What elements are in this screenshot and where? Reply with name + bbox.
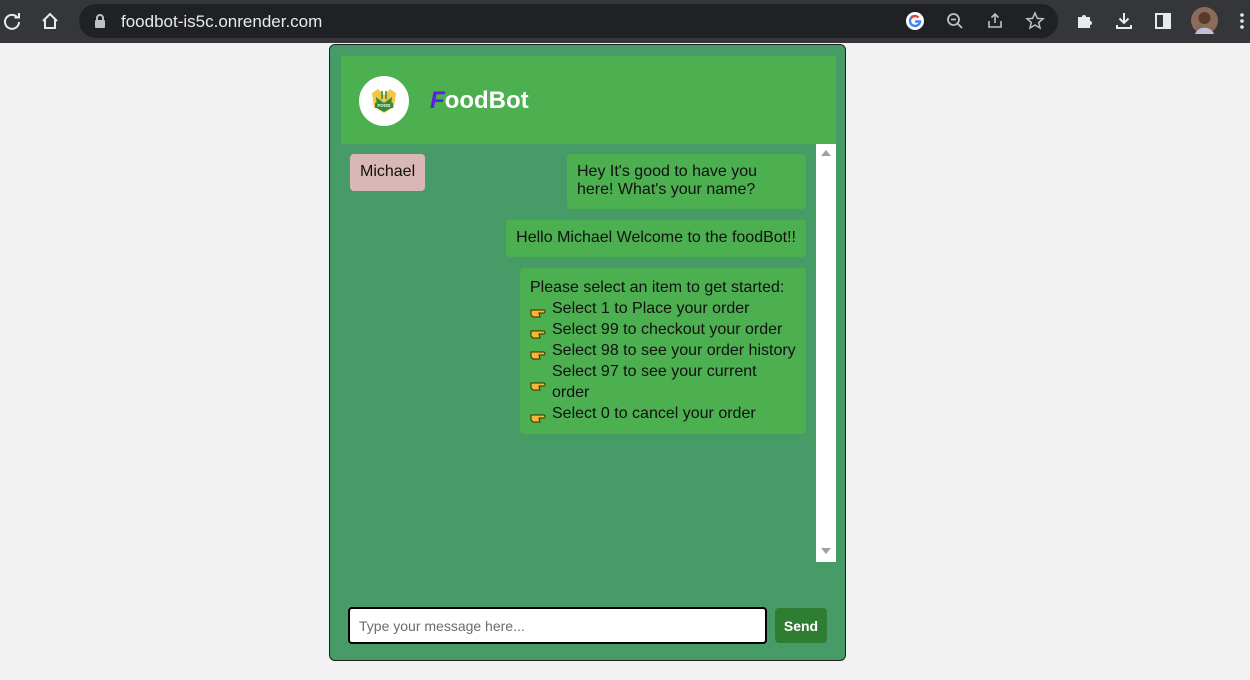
message-list: Michael Hey It's good to have you here! … (341, 144, 816, 562)
message-scrollbar[interactable] (816, 144, 836, 562)
share-icon[interactable] (985, 11, 1005, 31)
brand-first-letter: F (430, 87, 445, 114)
lock-icon[interactable] (90, 11, 110, 31)
menu-option-label: Select 1 to Place your order (552, 300, 750, 317)
message-input[interactable] (348, 607, 767, 644)
menu-intro: Please select an item to get started: (530, 279, 785, 296)
browser-toolbar: foodbot-is5c.onrender.com (0, 0, 1250, 43)
brand-title: FoodBot (430, 87, 529, 115)
bot-message-menu: Please select an item to get started: Se… (520, 268, 806, 434)
zoom-icon[interactable] (945, 11, 965, 31)
menu-option: Select 97 to see your current order (530, 361, 796, 403)
pointing-hand-icon (530, 345, 551, 361)
chat-window: FOOD FoodBot Michael Hey It's good to ha… (329, 44, 846, 661)
url-text: foodbot-is5c.onrender.com (121, 12, 323, 31)
menu-option-label: Select 0 to cancel your order (552, 405, 756, 422)
menu-option: Select 1 to Place your order (530, 298, 796, 319)
scroll-up-arrow-icon[interactable] (821, 150, 831, 156)
menu-option: Select 98 to see your order history (530, 340, 796, 361)
menu-icon[interactable] (1231, 10, 1250, 32)
download-icon[interactable] (1113, 10, 1135, 32)
side-panel-icon[interactable] (1152, 10, 1174, 32)
food-logo: FOOD (359, 76, 409, 126)
address-bar[interactable]: foodbot-is5c.onrender.com (79, 4, 1058, 38)
menu-option: Select 0 to cancel your order (530, 403, 796, 424)
pointing-hand-icon (530, 303, 551, 319)
menu-option-label: Select 97 to see your current order (552, 363, 757, 401)
pointing-hand-icon (530, 408, 551, 424)
profile-avatar[interactable] (1191, 7, 1218, 34)
user-message: Michael (350, 154, 426, 191)
pointing-hand-icon (530, 324, 551, 340)
bot-message-greeting: Hey It's good to have you here! What's y… (567, 154, 806, 209)
menu-option-label: Select 99 to checkout your order (552, 321, 783, 338)
extensions-icon[interactable] (1073, 10, 1095, 32)
bot-message-welcome: Hello Michael Welcome to the foodBot!! (506, 220, 806, 257)
brand-rest: oodBot (444, 87, 529, 114)
google-icon[interactable] (905, 11, 925, 31)
reload-icon[interactable] (1, 10, 23, 32)
menu-option: Select 99 to checkout your order (530, 319, 796, 340)
chat-header: FOOD FoodBot (341, 56, 836, 144)
pointing-hand-icon (530, 376, 551, 392)
menu-option-label: Select 98 to see your order history (552, 342, 796, 359)
home-icon[interactable] (39, 10, 61, 32)
send-button[interactable]: Send (775, 608, 827, 643)
star-icon[interactable] (1025, 11, 1045, 31)
svg-text:FOOD: FOOD (378, 103, 392, 108)
scroll-down-arrow-icon[interactable] (821, 548, 831, 554)
